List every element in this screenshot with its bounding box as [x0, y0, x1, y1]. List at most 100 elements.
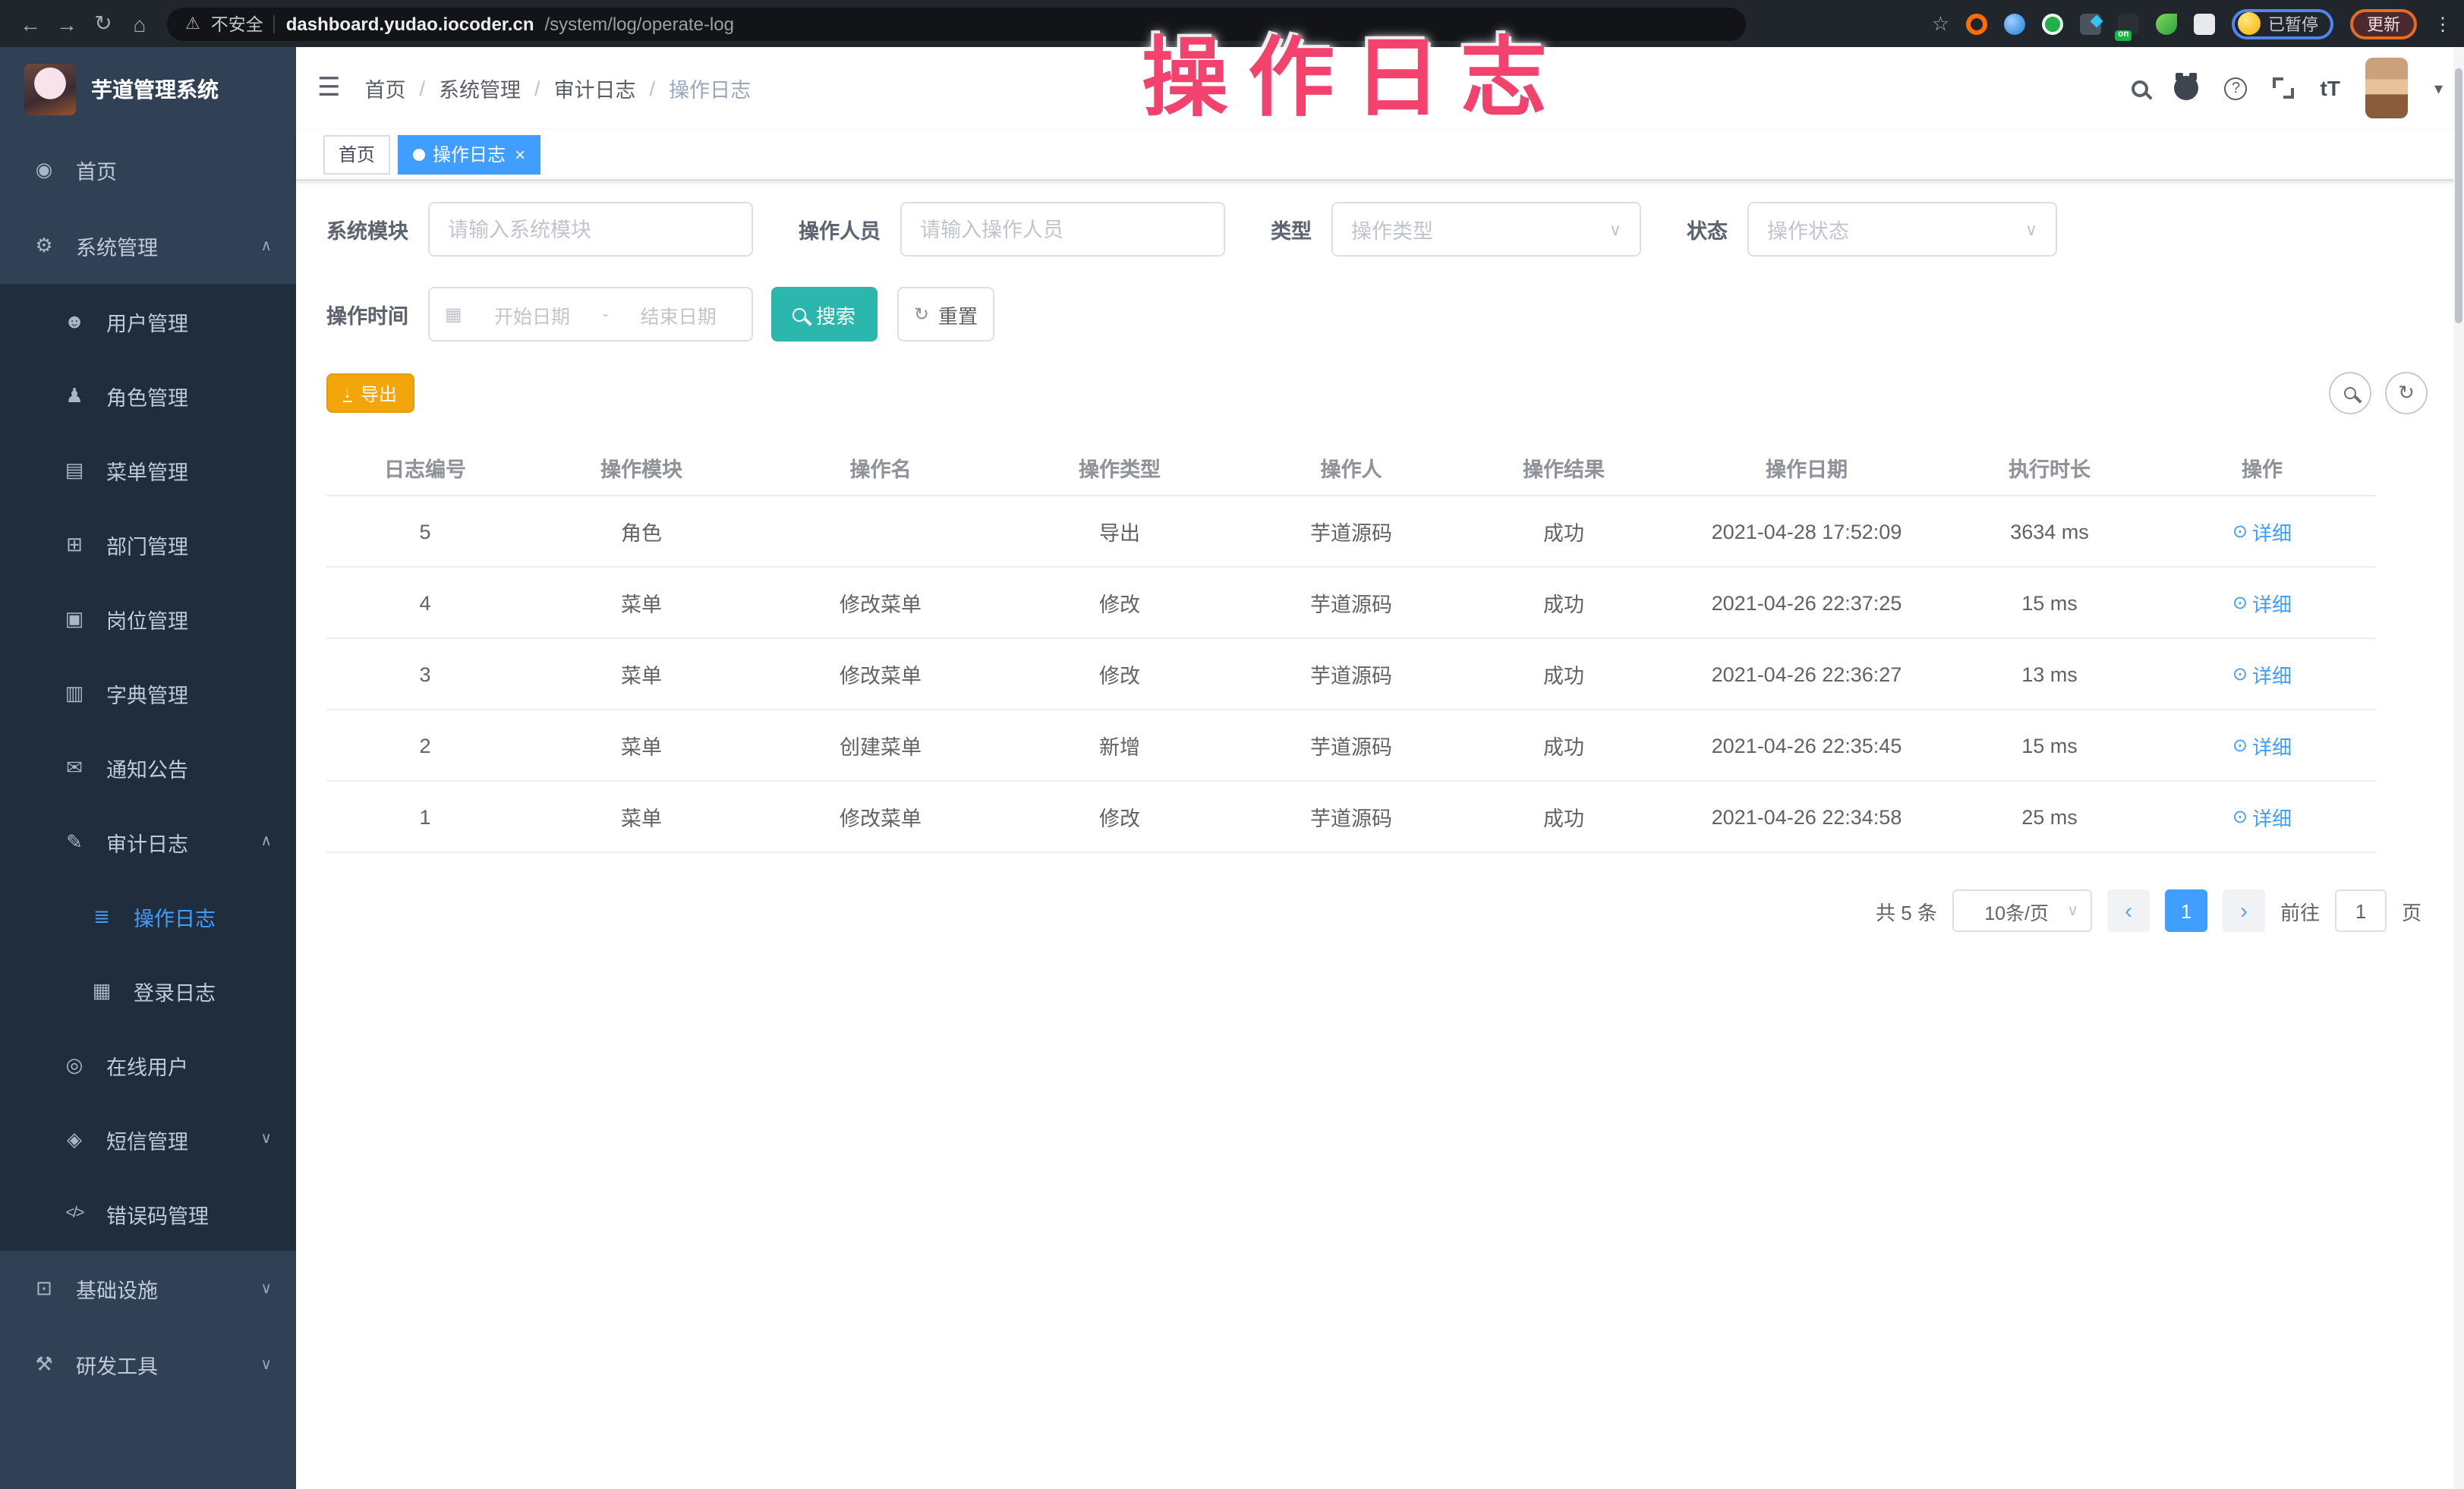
cell-type: 修改 — [1002, 587, 1237, 618]
filter-operator: 操作人员 — [799, 202, 1225, 257]
app-logo-row[interactable]: 芋道管理系统 — [0, 47, 296, 132]
chevron-down-icon: ∨ — [1609, 219, 1621, 239]
extension-icon-blue[interactable] — [2004, 13, 2025, 34]
avatar-caret-down-icon[interactable]: ▾ — [2434, 78, 2443, 98]
refresh-button[interactable]: ↻ — [2385, 372, 2428, 414]
cell-result: 成功 — [1465, 730, 1662, 760]
sidebar-item-errcode-mgmt[interactable]: </> 错误码管理 — [0, 1176, 296, 1251]
column-header-log-id: 日志编号 — [326, 452, 524, 482]
sidebar-item-system-mgmt[interactable]: ⚙ 系统管理 ∧ — [0, 208, 296, 284]
sidebar-item-user-mgmt[interactable]: ☻ 用户管理 — [0, 284, 296, 358]
sidebar-item-operate-log[interactable]: ≣ 操作日志 — [0, 879, 296, 953]
user-icon: ☻ — [61, 310, 88, 332]
sidebar-item-online-users[interactable]: ◎ 在线用户 — [0, 1028, 296, 1102]
sidebar-item-audit-log[interactable]: ✎ 审计日志 ∧ — [0, 804, 296, 879]
chrome-menu-icon[interactable]: ⋮ — [2434, 13, 2452, 34]
toggle-search-button[interactable] — [2329, 372, 2371, 414]
sidebar-item-role-mgmt[interactable]: ♟ 角色管理 — [0, 358, 296, 433]
address-bar[interactable]: ⚠ 不安全 dashboard.yudao.iocoder.cn /system… — [167, 7, 1746, 40]
page-number-button[interactable]: 1 — [2165, 889, 2207, 932]
tab-home[interactable]: 首页 — [323, 134, 390, 174]
detail-link[interactable]: ⊙详细 — [2232, 731, 2292, 760]
goto-page-input[interactable] — [2335, 889, 2387, 932]
sidebar-item-dev-tools[interactable]: ⚒ 研发工具 ∨ — [0, 1327, 296, 1402]
tab-operate-log[interactable]: 操作日志 × — [398, 134, 540, 174]
breadcrumb-home[interactable]: 首页 — [365, 73, 406, 103]
sidebar-item-label: 错误码管理 — [106, 1198, 209, 1229]
module-input[interactable] — [428, 202, 753, 257]
help-icon[interactable]: ? — [2225, 77, 2248, 99]
detail-link[interactable]: ⊙详细 — [2232, 517, 2292, 546]
extensions-puzzle-icon[interactable] — [2194, 13, 2215, 34]
sidebar-item-login-log[interactable]: ▦ 登录日志 — [0, 953, 296, 1028]
sidebar-item-label: 登录日志 — [134, 975, 216, 1006]
page-scrollbar[interactable] — [2453, 47, 2464, 1489]
status-select[interactable]: 操作状态 ∨ — [1747, 202, 2057, 257]
sidebar-item-post-mgmt[interactable]: ▣ 岗位管理 — [0, 581, 296, 656]
table-mini-buttons: ↻ — [2329, 372, 2428, 414]
close-icon[interactable]: × — [515, 143, 525, 165]
extension-icon-orange[interactable] — [1966, 13, 1987, 34]
column-header-type: 操作类型 — [1002, 452, 1237, 482]
user-avatar[interactable] — [2366, 58, 2409, 118]
prev-page-button[interactable]: ‹ — [2107, 889, 2150, 932]
sidebar-item-infrastructure[interactable]: ⊡ 基础设施 ∨ — [0, 1251, 296, 1327]
font-size-icon[interactable]: tT — [2321, 76, 2340, 100]
filter-type: 类型 操作类型 ∨ — [1271, 202, 1641, 257]
sidebar-collapse-icon[interactable]: ☰ — [317, 73, 341, 103]
extension-icon-switch[interactable]: on — [2118, 13, 2139, 34]
cell-module: 菜单 — [524, 730, 759, 760]
next-page-button[interactable]: › — [2223, 889, 2265, 932]
reset-button[interactable]: ↻ 重置 — [897, 287, 994, 342]
extension-icon-green[interactable] — [2042, 13, 2063, 34]
filter-row-1: 系统模块 操作人员 类型 操作类型 ∨ — [326, 202, 2428, 257]
extension-icon-gray[interactable] — [2080, 13, 2101, 34]
fullscreen-icon[interactable] — [2273, 77, 2295, 99]
page-content: 系统模块 操作人员 类型 操作类型 ∨ — [296, 181, 2464, 1489]
sidebar-item-dict-mgmt[interactable]: ▥ 字典管理 — [0, 656, 296, 730]
search-button[interactable]: 搜索 — [771, 287, 878, 342]
chrome-update-button[interactable]: 更新 — [2350, 8, 2417, 39]
table-body: 5 角色 导出 芋道源码 成功 2021-04-28 17:52:09 3634… — [326, 496, 2376, 853]
cell-operator: 芋道源码 — [1237, 516, 1465, 546]
bookmark-star-icon[interactable]: ☆ — [1932, 11, 1949, 36]
chevron-down-icon: ∨ — [260, 1280, 272, 1297]
column-header-date: 操作日期 — [1662, 452, 1951, 482]
date-range-picker[interactable]: ▦ 开始日期 - 结束日期 — [428, 287, 753, 342]
page-size-select[interactable]: 10条/页 ∨ — [1952, 889, 2092, 932]
column-header-duration: 执行时长 — [1951, 452, 2148, 482]
cell-type: 导出 — [1002, 516, 1237, 546]
headset-icon: ◎ — [61, 1053, 88, 1077]
forward-icon[interactable]: → — [49, 11, 85, 36]
home-icon[interactable]: ⌂ — [121, 11, 158, 36]
sidebar-item-home[interactable]: ◉ 首页 — [0, 132, 296, 208]
detail-link[interactable]: ⊙详细 — [2232, 588, 2292, 617]
dashboard-icon: ◉ — [30, 158, 58, 182]
sidebar-item-notice[interactable]: ✉ 通知公告 — [0, 730, 296, 804]
back-icon[interactable]: ← — [12, 11, 49, 36]
url-host: dashboard.yudao.iocoder.cn — [286, 13, 534, 34]
breadcrumb-system-mgmt[interactable]: 系统管理 — [439, 73, 521, 103]
not-secure-icon: ⚠ — [185, 14, 200, 33]
profile-paused-pill[interactable]: 已暂停 — [2232, 8, 2333, 39]
export-button[interactable]: ↓ 导出 — [326, 373, 414, 413]
sidebar-item-sms-mgmt[interactable]: ◈ 短信管理 ∨ — [0, 1102, 296, 1176]
github-icon[interactable] — [2175, 76, 2199, 100]
download-icon: ↓ — [343, 385, 351, 401]
breadcrumb-audit-log[interactable]: 审计日志 — [554, 73, 636, 103]
operator-input[interactable] — [900, 202, 1225, 257]
sidebar-item-menu-mgmt[interactable]: ▤ 菜单管理 — [0, 433, 296, 507]
detail-link[interactable]: ⊙详细 — [2232, 660, 2292, 688]
active-tab-dot — [413, 148, 425, 160]
operate-log-table: 日志编号 操作模块 操作名 操作类型 操作人 操作结果 操作日期 执行时长 操作… — [326, 439, 2376, 853]
extension-icon-leaf[interactable] — [2156, 13, 2177, 34]
reload-icon[interactable]: ↻ — [85, 11, 121, 36]
sidebar-item-label: 通知公告 — [106, 752, 188, 782]
scrollbar-thumb[interactable] — [2455, 68, 2462, 323]
search-icon[interactable] — [2132, 80, 2149, 96]
sidebar-item-dept-mgmt[interactable]: ⊞ 部门管理 — [0, 507, 296, 581]
column-header-operator: 操作人 — [1237, 452, 1465, 482]
cell-result: 成功 — [1465, 516, 1662, 546]
detail-link[interactable]: ⊙详细 — [2232, 802, 2292, 831]
type-select[interactable]: 操作类型 ∨ — [1331, 202, 1641, 257]
